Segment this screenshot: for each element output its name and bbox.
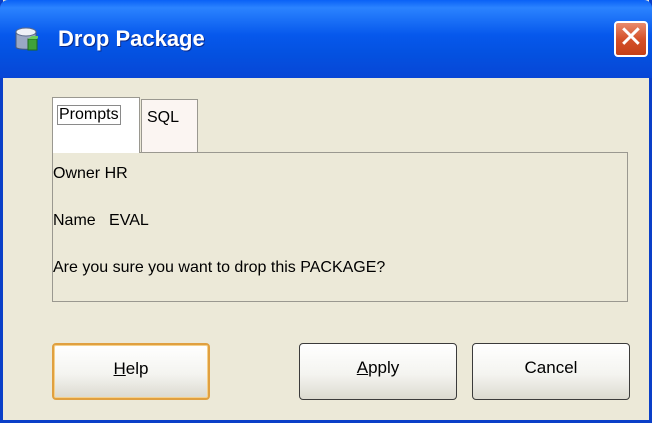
tab-sql-label: SQL — [147, 109, 180, 126]
title-bar[interactable]: Drop Package ✕ — [0, 0, 652, 78]
owner-row: Owner HR — [53, 165, 128, 183]
package-icon — [15, 27, 38, 51]
tab-prompts[interactable]: Prompts — [52, 97, 140, 153]
apply-label-rest: pply — [368, 358, 400, 377]
tab-prompts-label: Prompts — [57, 105, 121, 125]
cancel-button[interactable]: Cancel — [472, 343, 630, 400]
owner-label: Owner — [53, 165, 101, 182]
name-label: Name — [53, 212, 96, 229]
help-label-rest: elp — [125, 359, 149, 378]
name-value: EVAL — [109, 212, 149, 229]
window-title: Drop Package — [58, 26, 205, 51]
name-row: Name EVAL — [53, 212, 149, 230]
apply-mnemonic: A — [356, 358, 369, 377]
tab-sql[interactable]: SQL — [141, 99, 198, 153]
apply-button[interactable]: Apply — [299, 343, 457, 400]
help-mnemonic: H — [113, 359, 126, 378]
drop-package-dialog: Drop Package ✕ Prompts SQL Owner HR Name… — [0, 0, 652, 423]
help-button[interactable]: Help — [52, 343, 210, 400]
owner-value: HR — [104, 165, 128, 182]
close-icon: ✕ — [618, 21, 644, 54]
close-button[interactable]: ✕ — [614, 21, 648, 57]
confirm-message: Are you sure you want to drop this PACKA… — [53, 259, 386, 276]
prompts-panel: Owner HR Name EVAL Are you sure you want… — [52, 152, 628, 302]
